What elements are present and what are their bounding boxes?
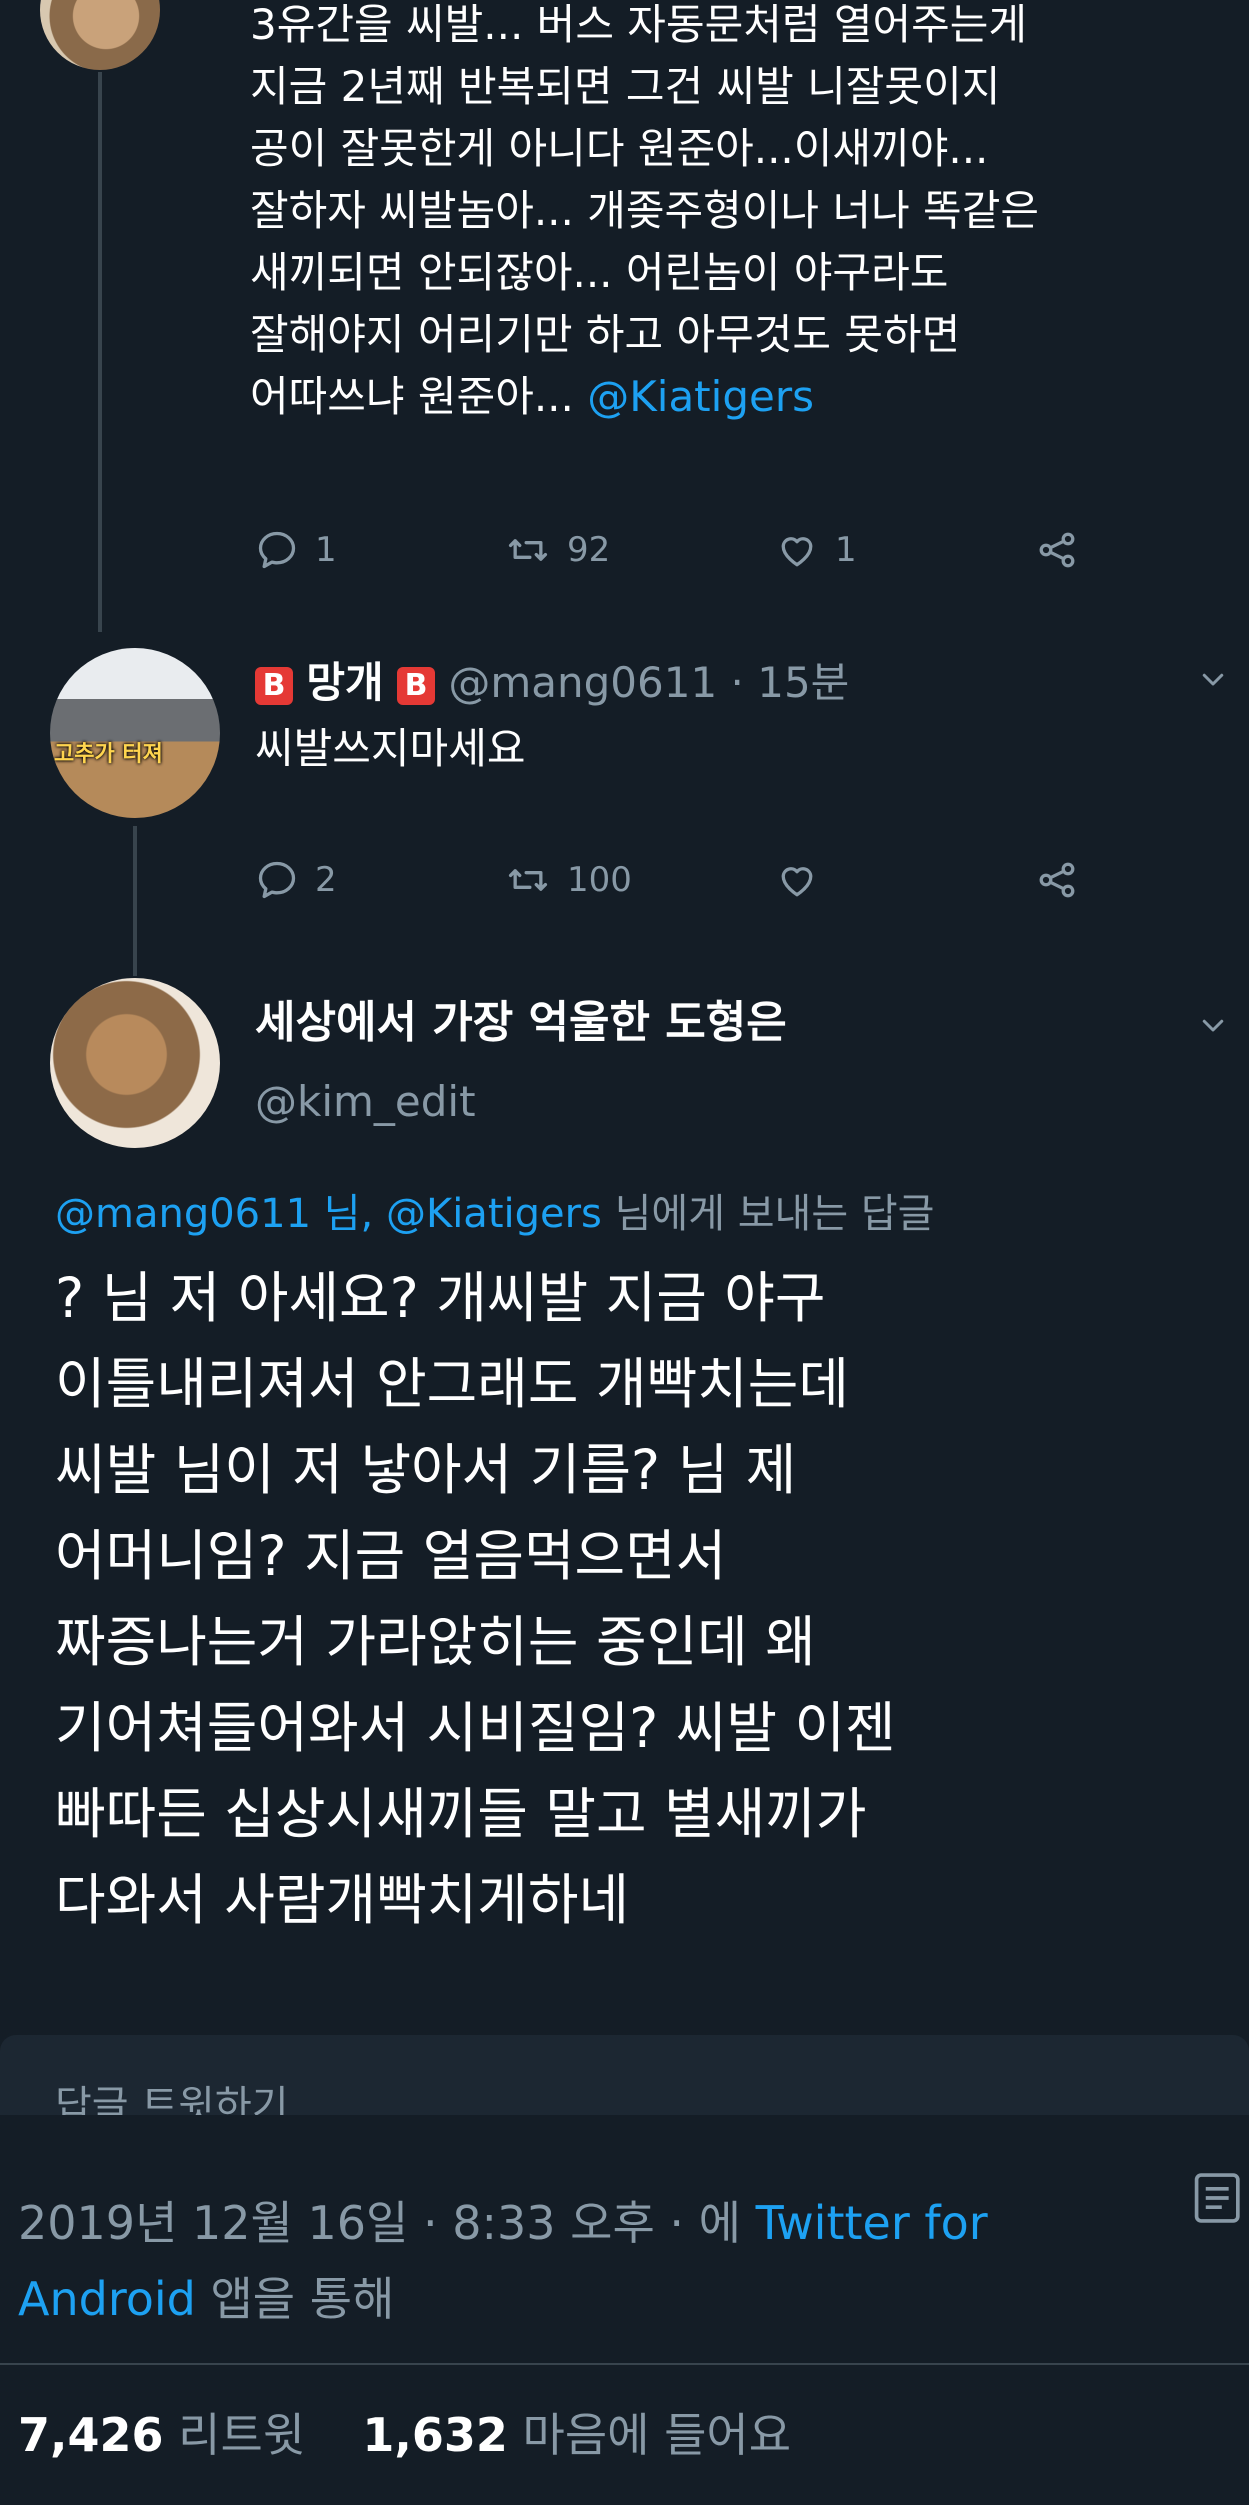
tweet-line: 3유간을 씨발... 버스 자동문처럼 열어주는게 <box>250 0 1028 49</box>
retweets-label: 리트윗 <box>178 2408 306 2462</box>
timestamp: 2019년 12월 16일 · 8:33 오후 · 에 <box>18 2196 756 2250</box>
tweet1-avatar[interactable] <box>40 0 160 70</box>
reply-icon <box>258 861 296 899</box>
analytics-icon[interactable] <box>1192 2168 1247 2228</box>
share-icon <box>1039 532 1075 568</box>
mention-link[interactable]: @Kiatigers <box>587 372 814 421</box>
main-avatar[interactable] <box>50 978 220 1148</box>
tweet-line: 어따쓰냐 원준아... @Kiatigers <box>250 366 1039 428</box>
retweet-action[interactable]: 100 <box>505 858 632 902</box>
tweet-line: 씨발 님이 저 낳아서 기름? 님 제 <box>55 1438 797 1502</box>
retweets-stat[interactable]: 7,426 리트윗 <box>18 2408 305 2462</box>
tweet-stats: 7,426 리트윗 1,632 마음에 들어요 <box>18 2405 791 2465</box>
tweet1-text: 3유간을 씨발... 버스 자동문처럼 열어주는게 지금 2년째 반복되면 그건… <box>250 0 1039 428</box>
share-action[interactable] <box>1035 528 1079 572</box>
tweet-line: ? 님 저 아세요? 개씨발 지금 야구 <box>55 1266 826 1330</box>
tweet-line-text: 어따쓰냐 원준아... <box>250 372 588 421</box>
like-action[interactable]: 1 <box>775 528 857 572</box>
main-display-name[interactable]: 세상에서 가장 억울한 도형은 <box>255 995 787 1051</box>
retweet-icon <box>508 539 548 561</box>
chevron-down-icon[interactable] <box>1198 1010 1228 1040</box>
compose-placeholder: 답글 트윗하기 <box>55 2083 289 2115</box>
likes-label: 마음에 들어요 <box>522 2408 792 2462</box>
tweet2-avatar[interactable]: 고추가 터져 <box>50 648 220 818</box>
reply-action[interactable]: 2 <box>255 858 337 902</box>
source-link[interactable]: Twitter for <box>756 2196 988 2250</box>
avatar-caption: 고추가 터져 <box>54 742 163 767</box>
source-link[interactable]: Android <box>18 2272 196 2326</box>
tweet2-text: 씨발쓰지마세요 <box>255 724 526 773</box>
handle-time[interactable]: @mang0611 · 15분 <box>448 658 849 707</box>
retweet-count: 92 <box>567 530 611 570</box>
reply-icon <box>258 531 296 569</box>
tweet-line: 공이 잘못한게 아니다 원준아...이새끼야... <box>250 124 989 173</box>
reply-action[interactable]: 1 <box>255 528 337 572</box>
retweet-count: 100 <box>567 860 632 900</box>
tweet-line: 어머니임? 지금 얼음먹으면서 <box>55 1524 727 1588</box>
tweet-line: 기어쳐들어와서 시비질임? 씨발 이젠 <box>55 1696 896 1760</box>
chevron-down-icon[interactable] <box>1198 664 1228 694</box>
like-icon <box>781 867 813 897</box>
share-icon <box>1039 862 1075 898</box>
reply-count: 2 <box>315 860 337 900</box>
tweet-line: 지금 2년째 반복되면 그건 씨발 니잘못이지 <box>250 62 1001 111</box>
like-action[interactable] <box>775 858 819 902</box>
likes-value: 1,632 <box>362 2408 508 2462</box>
reply-context: @mang0611 님, @Kiatigers 님에게 보내는 답글 <box>55 1188 934 1240</box>
thread-line <box>133 826 137 976</box>
tweet-line: 잘하자 씨발놈아... 개좆주형이나 너나 똑같은 <box>250 186 1039 235</box>
timestamp-source: 2019년 12월 16일 · 8:33 오후 · 에 Twitter for … <box>18 2185 988 2337</box>
tweet2-header: B 망개 B @mang0611 · 15분 <box>255 657 849 709</box>
main-handle[interactable]: @kim_edit <box>255 1075 476 1129</box>
reply-compose-box[interactable]: 답글 트윗하기 <box>0 2035 1249 2115</box>
likes-stat[interactable]: 1,632 마음에 들어요 <box>362 2408 791 2462</box>
like-count: 1 <box>835 530 857 570</box>
retweet-action[interactable]: 92 <box>505 528 610 572</box>
tweet-line: 짜증나는거 가라앉히는 중인데 왜 <box>55 1610 816 1674</box>
reply-to-links[interactable]: @mang0611 님, @Kiatigers <box>55 1191 602 1237</box>
like-icon <box>781 537 813 567</box>
tweet-line: 빠따든 십상시새끼들 말고 별새끼가 <box>55 1782 867 1846</box>
badge-b-icon: B <box>255 666 293 705</box>
share-action[interactable] <box>1035 858 1079 902</box>
tweet2-actions: 2 100 <box>255 858 1095 908</box>
badge-b-icon: B <box>397 666 435 705</box>
tweet-line: 새끼되면 안되잖아... 어린놈이 야구라도 <box>250 248 949 297</box>
source-suffix: 앱을 통해 <box>195 2272 395 2326</box>
tweet-line: 잘해야지 어리기만 하고 아무것도 못하면 <box>250 310 961 359</box>
reply-count: 1 <box>315 530 337 570</box>
retweets-value: 7,426 <box>18 2408 164 2462</box>
reply-to-suffix: 님에게 보내는 답글 <box>601 1191 935 1237</box>
thread-line <box>98 72 102 632</box>
main-tweet-text: ? 님 저 아세요? 개씨발 지금 야구 이틀내리져서 안그래도 개빡치는데 씨… <box>55 1255 896 1943</box>
divider <box>0 2363 1249 2365</box>
retweet-icon <box>508 869 548 891</box>
display-name[interactable]: 망개 <box>306 658 383 707</box>
tweet1-actions: 1 92 1 <box>255 525 1095 575</box>
tweet-line: 다와서 사람개빡치게하네 <box>55 1868 630 1932</box>
tweet-line: 이틀내리져서 안그래도 개빡치는데 <box>55 1352 849 1416</box>
